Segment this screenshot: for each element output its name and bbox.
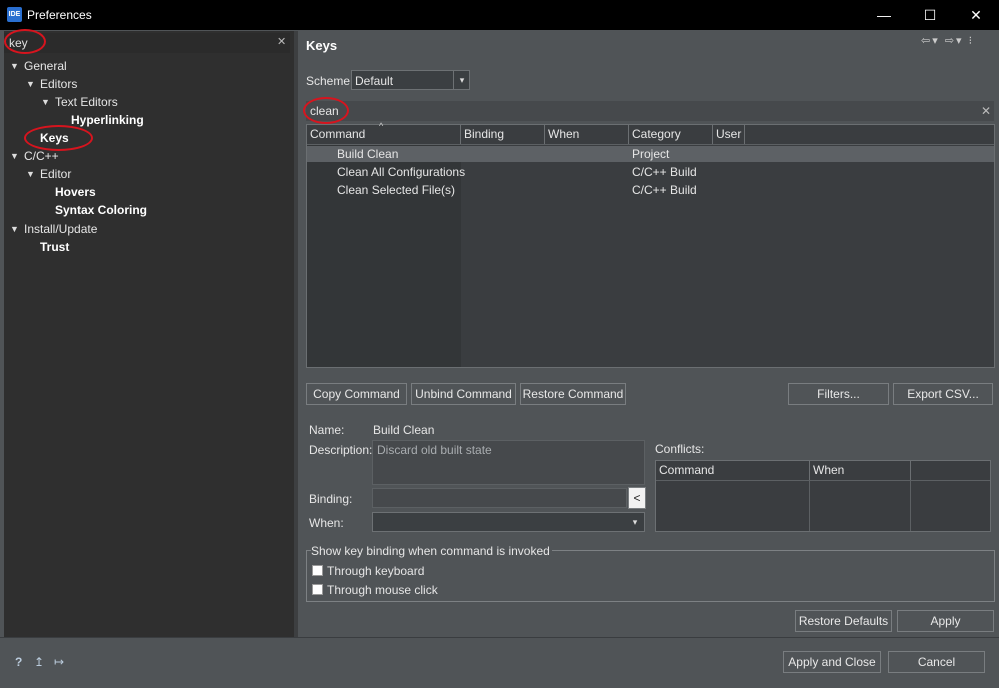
binding-input[interactable] [372,488,627,508]
tree-item-editors[interactable]: Editors [40,77,77,91]
expand-cpp-icon[interactable]: ▼ [10,151,19,161]
clear-search-icon[interactable]: ✕ [981,104,991,118]
tree-item-trust[interactable]: Trust [40,240,69,254]
tree-item-hovers[interactable]: Hovers [55,185,96,199]
filter-input[interactable] [4,33,290,53]
when-select[interactable] [372,512,645,532]
column-header-command[interactable]: Command [307,125,461,144]
export-icon[interactable]: ↦ [54,655,64,669]
highlight-circle-filter [4,29,46,54]
table-cell-category[interactable]: Project [632,147,669,161]
through-keyboard-label[interactable]: Through keyboard [327,564,424,578]
conflicts-header-when[interactable]: When [810,461,911,480]
through-mouse-click-label[interactable]: Through mouse click [327,583,438,597]
show-key-binding-title: Show key binding when command is invoked [311,544,552,558]
name-label: Name: [309,423,345,437]
help-icon[interactable]: ? [15,655,22,669]
expand-editor-icon[interactable]: ▼ [26,169,35,179]
sort-ascending-icon: ^ [379,121,384,131]
forward-icon[interactable]: ⇨ [945,35,956,47]
tree-item-editor[interactable]: Editor [40,167,71,181]
page-navigation: ⇦▾ ⇨▾ ⁝ [921,34,974,47]
back-menu-icon[interactable]: ▾ [932,35,940,47]
tree-item-syntax-coloring[interactable]: Syntax Coloring [55,203,147,217]
column-header-user[interactable]: User [713,125,745,144]
chevron-down-icon[interactable]: ▾ [453,71,470,89]
description-value: Discard old built state [377,443,492,457]
binding-assist-button[interactable]: < [628,487,646,509]
expand-install-update-icon[interactable]: ▼ [10,224,19,234]
view-menu-icon[interactable]: ⁝ [969,35,975,47]
conflicts-column-divider [910,481,911,531]
chevron-down-icon[interactable]: ▾ [627,513,643,531]
tree-item-hyperlinking[interactable]: Hyperlinking [71,113,144,127]
close-window-button[interactable]: ✕ [953,0,999,30]
minimize-button[interactable]: — [861,0,907,30]
table-cell-category[interactable]: C/C++ Build [632,183,697,197]
cancel-button[interactable]: Cancel [888,651,985,673]
expand-editors-icon[interactable]: ▼ [26,79,35,89]
restore-defaults-button[interactable]: Restore Defaults [795,610,892,632]
column-header-binding[interactable]: Binding [461,125,545,144]
preference-tree-panel [4,31,294,637]
app-icon: IDE [7,7,22,22]
page-title: Keys [306,38,338,53]
tree-item-text-editors[interactable]: Text Editors [55,95,118,109]
forward-menu-icon[interactable]: ▾ [956,35,964,47]
table-header-divider [307,144,994,145]
title-bar [0,0,999,30]
clear-filter-icon[interactable]: ✕ [277,35,286,48]
table-cell-category[interactable]: C/C++ Build [632,165,697,179]
filters-button[interactable]: Filters... [788,383,889,405]
back-icon[interactable]: ⇦ [921,35,932,47]
through-mouse-click-checkbox[interactable] [312,584,323,595]
import-icon[interactable]: ↥ [34,655,44,669]
table-cell-command[interactable]: Clean Selected File(s) [337,183,455,197]
tree-item-general[interactable]: General [24,59,67,73]
name-value: Build Clean [373,423,435,437]
unbind-command-button[interactable]: Unbind Command [411,383,516,405]
expand-text-editors-icon[interactable]: ▼ [41,97,50,107]
tree-item-cpp[interactable]: C/C++ [24,149,59,163]
maximize-button[interactable]: ☐ [907,0,953,30]
expand-general-icon[interactable]: ▼ [10,61,19,71]
table-cell-command[interactable]: Clean All Configurations [337,165,465,179]
tree-item-install-update[interactable]: Install/Update [24,222,97,236]
binding-label: Binding: [309,492,353,506]
when-label: When: [309,516,344,530]
highlight-circle-keys [24,125,93,151]
highlight-circle-search [303,97,349,124]
column-header-when[interactable]: When [545,125,629,144]
command-search-input[interactable] [306,101,994,121]
conflicts-header-command[interactable]: Command [656,461,810,480]
window-title: Preferences [27,8,92,22]
scheme-select-value[interactable]: Default [355,74,393,88]
table-cell-command[interactable]: Build Clean [337,147,398,161]
description-label: Description: [309,443,373,457]
through-keyboard-checkbox[interactable] [312,565,323,576]
apply-and-close-button[interactable]: Apply and Close [783,651,881,673]
column-header-category[interactable]: Category [629,125,713,144]
apply-button[interactable]: Apply [897,610,994,632]
conflicts-header-divider [656,480,990,481]
restore-command-button[interactable]: Restore Command [520,383,626,405]
copy-command-button[interactable]: Copy Command [306,383,407,405]
conflicts-column-divider [809,481,810,531]
scheme-label: Scheme: [306,74,354,88]
export-csv-button[interactable]: Export CSV... [893,383,993,405]
conflicts-label: Conflicts: [655,442,705,456]
